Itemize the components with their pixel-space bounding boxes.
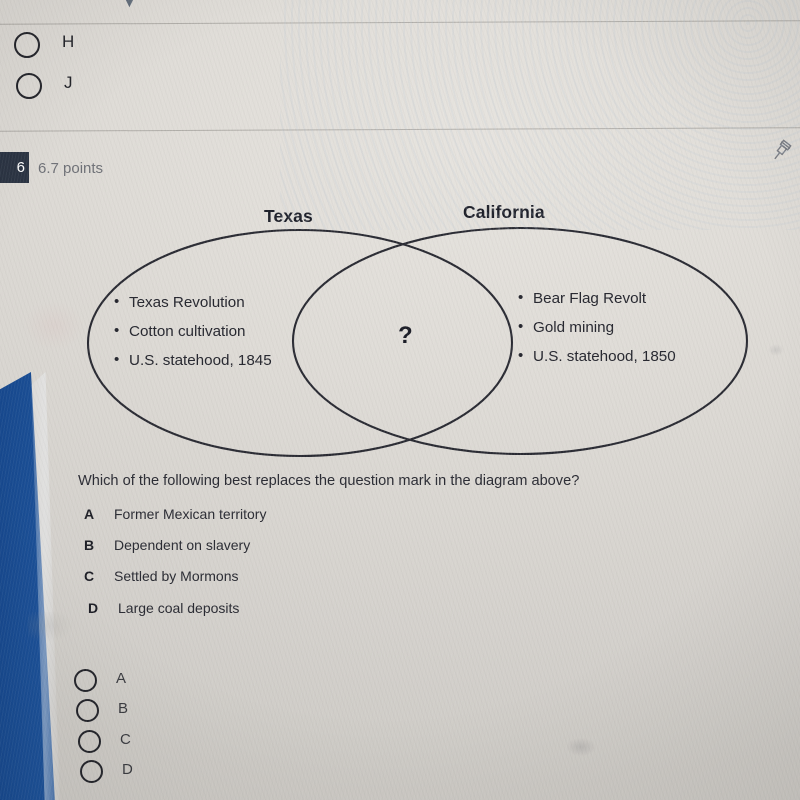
venn-item: U.S. statehood, 1845 — [114, 345, 272, 375]
pushpin-icon[interactable] — [768, 138, 794, 164]
answer-bubble-b[interactable] — [76, 699, 99, 722]
answer-bubble-a-label: A — [116, 670, 127, 687]
answer-bubble-d[interactable] — [80, 760, 103, 783]
answer-bubble-c[interactable] — [78, 730, 101, 753]
question-number-badge: 6 — [0, 152, 29, 183]
points-label: 6.7 points — [38, 160, 104, 177]
answer-bubble-d-label: D — [122, 761, 134, 778]
choice-d-letter: D — [88, 600, 99, 616]
choice-b-text: Dependent on slavery — [114, 537, 251, 553]
choice-a-letter: A — [84, 506, 95, 522]
answer-bubble-b-label: B — [118, 700, 129, 717]
radio-option-j-label: J — [64, 73, 73, 92]
cropped-top-glyph: ▼ — [122, 0, 137, 11]
answer-bubble-a[interactable] — [74, 669, 97, 692]
choice-c-letter: C — [84, 568, 95, 584]
venn-item: Bear Flag Revolt — [518, 283, 676, 313]
question-prompt: Which of the following best replaces the… — [78, 473, 580, 489]
radio-option-j[interactable] — [16, 73, 42, 99]
venn-items-california: Bear Flag Revolt Gold mining U.S. stateh… — [518, 283, 676, 371]
radio-option-h-label: H — [62, 32, 75, 51]
venn-item: Cotton cultivation — [114, 316, 272, 346]
venn-label-texas: Texas — [264, 206, 313, 226]
venn-item: U.S. statehood, 1850 — [518, 341, 676, 371]
venn-item: Texas Revolution — [114, 287, 272, 317]
venn-label-california: California — [463, 202, 545, 222]
venn-intersection-question-mark: ? — [398, 322, 413, 349]
venn-item: Gold mining — [518, 312, 676, 342]
choice-b-letter: B — [84, 537, 95, 553]
choice-c-text: Settled by Mormons — [114, 568, 239, 584]
answer-bubble-c-label: C — [120, 731, 132, 748]
quiz-screenshot: ▼ H J 6 6.7 points Texas California Texa… — [0, 0, 800, 800]
choice-d-text: Large coal deposits — [118, 600, 240, 616]
venn-items-texas: Texas Revolution Cotton cultivation U.S.… — [114, 287, 272, 375]
choice-a-text: Former Mexican territory — [114, 506, 267, 522]
radio-option-h[interactable] — [14, 32, 40, 58]
